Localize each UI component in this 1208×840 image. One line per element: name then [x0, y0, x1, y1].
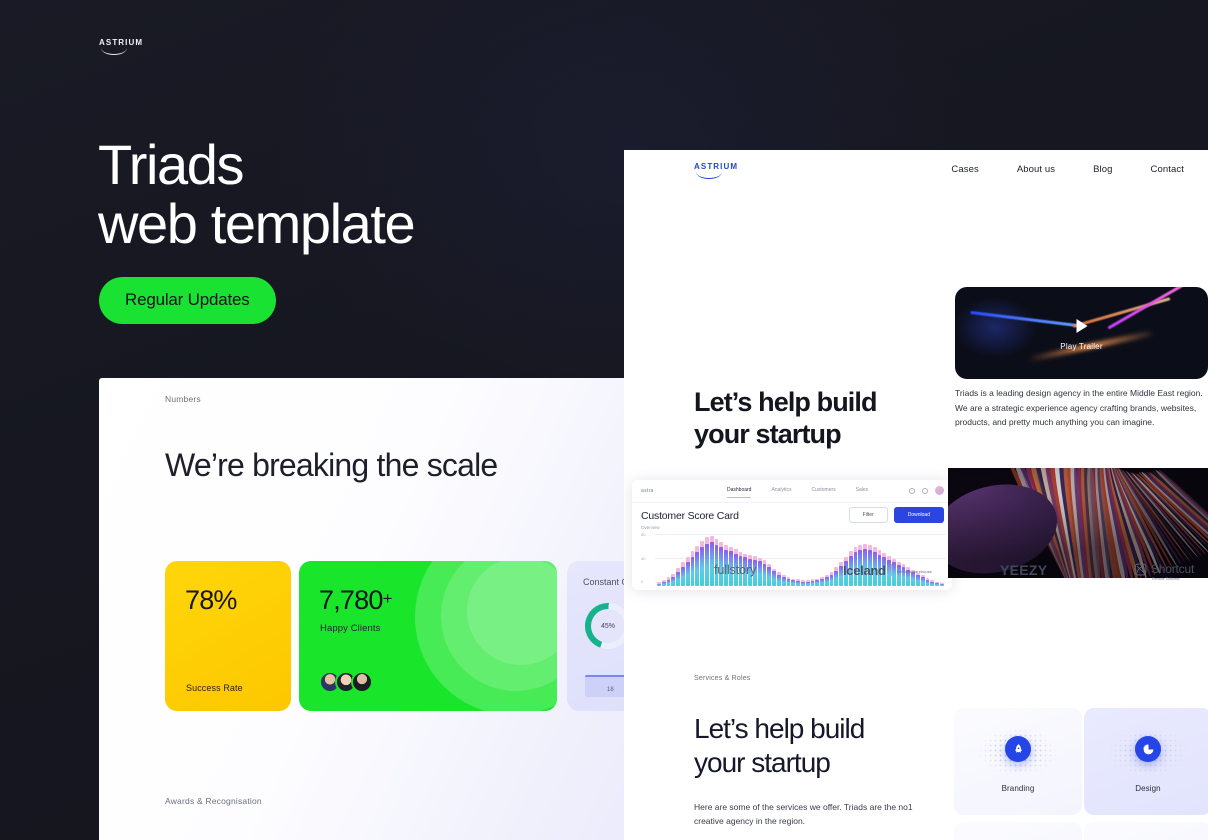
dashboard-subtitle: Overview: [641, 525, 660, 530]
dashboard-icon-group: [909, 486, 944, 495]
avatar-group: [319, 671, 373, 693]
client-logo-iceland: Iceland the food warehouse: [843, 562, 932, 580]
site-nav-menu: Cases About us Blog Contact: [951, 164, 1184, 175]
website-preview-panel: ASTRIUM Cases About us Blog Contact Let’…: [624, 150, 1208, 840]
divider: [890, 564, 892, 576]
regular-updates-badge[interactable]: Regular Updates: [99, 277, 276, 324]
client-logo-iceland-sub: the food warehouse: [896, 569, 932, 574]
dashboard-logo: astra: [641, 488, 654, 494]
client-logo-yeezy: YEEZY: [1000, 562, 1048, 578]
service-card-branding[interactable]: Branding: [954, 708, 1082, 815]
service-card-label: Branding: [1001, 784, 1035, 793]
nav-item-about-us[interactable]: About us: [1017, 164, 1055, 175]
avatar[interactable]: [935, 486, 944, 495]
stat-value: 7,780+: [319, 585, 393, 616]
services-heading-line1: Let’s help build: [694, 713, 865, 744]
services-eyebrow: Services & Roles: [694, 675, 751, 682]
services-heading-line2: your startup: [694, 746, 831, 778]
service-card-development[interactable]: Development: [954, 822, 1082, 840]
bell-icon[interactable]: [922, 487, 928, 494]
light-streak: [970, 311, 1087, 329]
showcase-heading: We’re breaking the scale: [165, 447, 498, 483]
dashboard-menu-sales[interactable]: Sales: [856, 487, 869, 493]
nav-item-contact[interactable]: Contact: [1151, 164, 1184, 175]
service-card-label: Design: [1135, 784, 1161, 793]
site-hero-title-line1: Let’s help build: [694, 387, 878, 417]
light-streak: [1107, 287, 1188, 330]
trailer-video-thumbnail[interactable]: Play Trailer: [955, 287, 1208, 379]
gridline: [655, 534, 946, 535]
nav-item-cases[interactable]: Cases: [951, 164, 978, 175]
client-logo-shortcut: Shortcut Remote Software: [1134, 562, 1195, 581]
stat-label: Success Rate: [186, 683, 243, 693]
stat-card-happy-clients: 7,780+ Happy Clients: [299, 561, 557, 711]
service-card-design[interactable]: Design: [1084, 708, 1208, 815]
y-axis-tick: 80: [641, 532, 646, 537]
stat-card-success-rate: 78% Success Rate: [165, 561, 291, 711]
dashboard-menu-analytics[interactable]: Analytics: [771, 487, 791, 493]
download-button[interactable]: Download: [893, 507, 944, 523]
brand-logo[interactable]: ASTRIUM: [99, 39, 143, 55]
shortcut-icon: [1134, 563, 1147, 575]
stat-value: 78%: [185, 585, 237, 615]
service-card-marketing[interactable]: Marketing: [1084, 822, 1208, 840]
dashboard-menu-dashboard[interactable]: Dashboard: [727, 487, 752, 498]
numbers-eyebrow: Numbers: [165, 394, 201, 404]
dashboard-menu: Dashboard Analytics Customers Sales: [727, 487, 869, 498]
site-hero-title: Let’s help build your startup: [694, 387, 944, 450]
site-hero-title-line2: your startup: [694, 418, 842, 449]
hero-title-line1: Triads: [98, 133, 245, 196]
mini-bar-label: 18: [607, 687, 614, 693]
site-navbar: ASTRIUM Cases About us Blog Contact: [624, 150, 1208, 202]
page-title: Triads web template: [98, 135, 658, 254]
site-hero-paragraph: Triads is a leading design agency in the…: [955, 388, 1203, 428]
dashboard-menu-customers[interactable]: Customers: [811, 487, 835, 493]
search-icon[interactable]: [909, 487, 915, 494]
client-logo-fullstory: fullstory: [714, 562, 757, 577]
nav-item-blog[interactable]: Blog: [1093, 164, 1112, 175]
client-logo-row: fullstory Iceland the food warehouse YEEZ…: [624, 550, 1208, 610]
play-trailer-label: Play Trailer: [1060, 342, 1103, 352]
client-logo-shortcut-sub: Remote Software: [1152, 577, 1180, 581]
filter-button[interactable]: Filter: [848, 507, 888, 523]
site-brand-logo-text: ASTRIUM: [694, 162, 739, 171]
dashboard-actions: Filter Download: [848, 507, 944, 523]
services-paragraph: Here are some of the services we offer. …: [694, 802, 913, 827]
awards-eyebrow: Awards & Recognisation: [165, 796, 262, 806]
swoosh-icon: [101, 48, 127, 55]
site-brand-logo[interactable]: ASTRIUM: [694, 163, 740, 179]
swoosh-icon: [696, 172, 722, 179]
services-heading: Let’s help build your startup: [694, 712, 944, 779]
stat-number: 7,780: [319, 585, 383, 615]
stat-plus: +: [382, 589, 393, 608]
hero-title-line2: web template: [98, 192, 416, 256]
avatar: [351, 671, 373, 693]
brand-logo-text: ASTRIUM: [99, 38, 144, 47]
pie-chart-icon: [1135, 736, 1161, 762]
stat-label: Happy Clients: [320, 623, 381, 634]
client-logo-iceland-name: Iceland: [843, 563, 886, 578]
rocket-icon: [1005, 736, 1031, 762]
dashboard-title: Customer Score Card: [641, 510, 739, 522]
play-icon[interactable]: [1076, 318, 1087, 333]
client-logo-shortcut-name: Shortcut: [1151, 562, 1195, 576]
